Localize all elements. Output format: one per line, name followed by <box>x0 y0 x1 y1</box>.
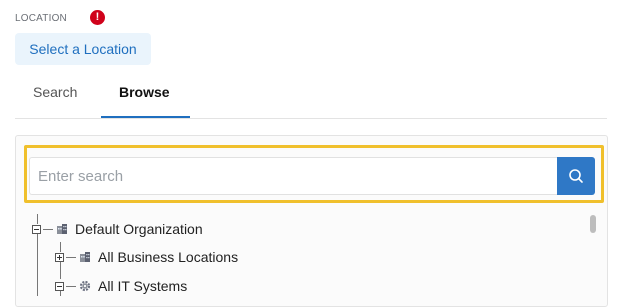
tree-node-label: All IT Systems <box>98 278 188 294</box>
expand-toggle[interactable] <box>55 252 64 262</box>
tree-node-label: Default Organization <box>75 221 203 237</box>
tree-connector <box>37 234 38 296</box>
collapse-toggle[interactable] <box>32 224 41 234</box>
tab-search[interactable]: Search <box>33 84 77 100</box>
scrollbar-thumb[interactable] <box>590 215 596 233</box>
location-label: LOCATION <box>15 13 67 24</box>
collapse-toggle[interactable] <box>55 281 64 291</box>
tree-node-label: All Business Locations <box>98 249 239 265</box>
building-icon <box>57 224 67 234</box>
gear-icon <box>79 280 91 292</box>
tree-node-default-organization[interactable]: Default Organization <box>32 219 203 239</box>
error-icon: ! <box>90 10 105 25</box>
tree-node-all-business-locations[interactable]: All Business Locations <box>55 247 238 267</box>
tabs-divider <box>15 118 607 119</box>
tab-browse[interactable]: Browse <box>119 84 170 100</box>
search-icon <box>569 169 583 183</box>
search-input[interactable] <box>29 157 559 195</box>
building-icon <box>80 252 90 262</box>
select-location-button[interactable]: Select a Location <box>15 33 151 65</box>
tree-node-all-it-systems[interactable]: All IT Systems <box>55 276 187 296</box>
search-button[interactable] <box>557 157 595 195</box>
